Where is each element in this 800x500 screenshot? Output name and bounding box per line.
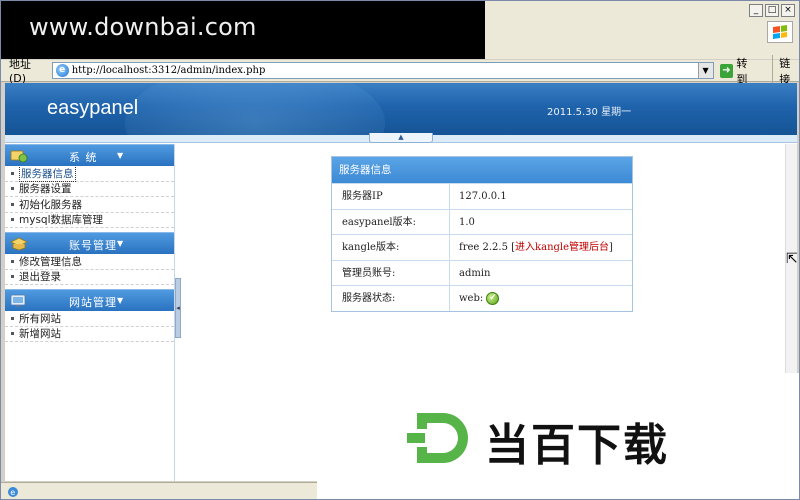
website-icon xyxy=(10,294,26,307)
sidebar-item-all-sites[interactable]: 所有网站 xyxy=(5,311,174,327)
collapse-header-toggle[interactable]: ▲ xyxy=(369,133,433,143)
watermark-banner: www.downbai.com xyxy=(1,1,485,59)
window-controls: _ □ × xyxy=(749,4,795,17)
watermark-footer: 当百下载 xyxy=(317,373,799,499)
chevron-down-icon: ▼ xyxy=(117,239,124,248)
bullet-icon xyxy=(11,259,14,263)
check-ok-icon: ✓ xyxy=(486,292,500,305)
ie-status-icon: e xyxy=(8,487,18,497)
sidebar-group-account[interactable]: 账号管理 ▼ xyxy=(5,232,174,254)
account-icon xyxy=(10,237,28,251)
site-logo: easypanel xyxy=(47,97,139,119)
bullet-icon xyxy=(11,187,14,191)
server-info-panel: 服务器信息 服务器IP 127.0.0.1 easypanel版本: 1.0 k… xyxy=(331,156,633,312)
minimize-button[interactable]: _ xyxy=(749,4,763,17)
sidebar-item-server-info[interactable]: 服务器信息 xyxy=(5,164,174,182)
sidebar-group-sites[interactable]: 网站管理 ▼ xyxy=(5,289,174,311)
svg-text:e: e xyxy=(10,488,15,497)
sidebar-group-system[interactable]: 系 统 ▼ xyxy=(5,144,174,166)
links-button[interactable]: 链接 xyxy=(772,54,799,87)
address-bar: 地址(D) e http://localhost:3312/admin/inde… xyxy=(1,54,799,87)
go-arrow-icon: ➜ xyxy=(719,63,734,78)
sidebar-item-add-site[interactable]: 新增网站 xyxy=(5,327,174,342)
bullet-icon xyxy=(11,332,14,336)
windows-logo-icon xyxy=(767,21,793,43)
downbai-logo-icon xyxy=(407,413,468,463)
table-row: easypanel版本: 1.0 xyxy=(332,208,632,234)
chevron-down-icon: ▼ xyxy=(117,296,124,305)
header-date: 2011.5.30 星期一 xyxy=(547,107,632,118)
sidebar: 系 统 ▼ 服务器信息 服务器设置 初始化服务器 mysql数据库管理 账号管理… xyxy=(5,144,175,481)
site-header: easypanel 2011.5.30 星期一 xyxy=(5,83,797,135)
sidebar-item-server-settings[interactable]: 服务器设置 xyxy=(5,182,174,197)
ie-page-icon: e xyxy=(55,64,69,77)
watermark-text: 当百下载 xyxy=(485,420,669,471)
sidebar-item-edit-admin[interactable]: 修改管理信息 xyxy=(5,254,174,270)
browser-window: _ □ × www.downbai.com 地址(D) e http://loc… xyxy=(0,0,800,500)
sidebar-item-init-server[interactable]: 初始化服务器 xyxy=(5,197,174,213)
sidebar-item-logout[interactable]: 退出登录 xyxy=(5,270,174,285)
table-row: 服务器IP 127.0.0.1 xyxy=(332,183,632,209)
bullet-icon xyxy=(11,275,14,279)
maximize-button[interactable]: □ xyxy=(765,4,779,17)
bullet-icon xyxy=(11,202,14,206)
system-icon xyxy=(10,150,28,163)
chevron-down-icon: ▼ xyxy=(117,151,124,160)
table-row: 管理员账号: admin xyxy=(332,259,632,285)
close-button[interactable]: × xyxy=(781,4,795,17)
mouse-cursor-icon: ⇱ xyxy=(786,251,798,267)
server-info-title: 服务器信息 xyxy=(332,157,632,183)
chevron-down-icon[interactable]: ▼ xyxy=(697,63,713,78)
sidebar-item-mysql[interactable]: mysql数据库管理 xyxy=(5,213,174,228)
go-button[interactable]: ➜ 转到 xyxy=(719,55,759,87)
table-row: 服务器状态: web: ✓ xyxy=(332,285,632,311)
kangle-admin-link[interactable]: 进入kangle管理后台 xyxy=(515,242,609,253)
bullet-icon xyxy=(11,171,14,175)
address-label: 地址(D) xyxy=(9,58,31,85)
address-url: http://localhost:3312/admin/index.php xyxy=(71,65,266,76)
bullet-icon xyxy=(11,316,14,320)
table-row: kangle版本: free 2.2.5 [进入kangle管理后台] xyxy=(332,234,632,260)
bullet-icon xyxy=(11,218,14,222)
address-input[interactable]: e http://localhost:3312/admin/index.php … xyxy=(51,62,714,79)
